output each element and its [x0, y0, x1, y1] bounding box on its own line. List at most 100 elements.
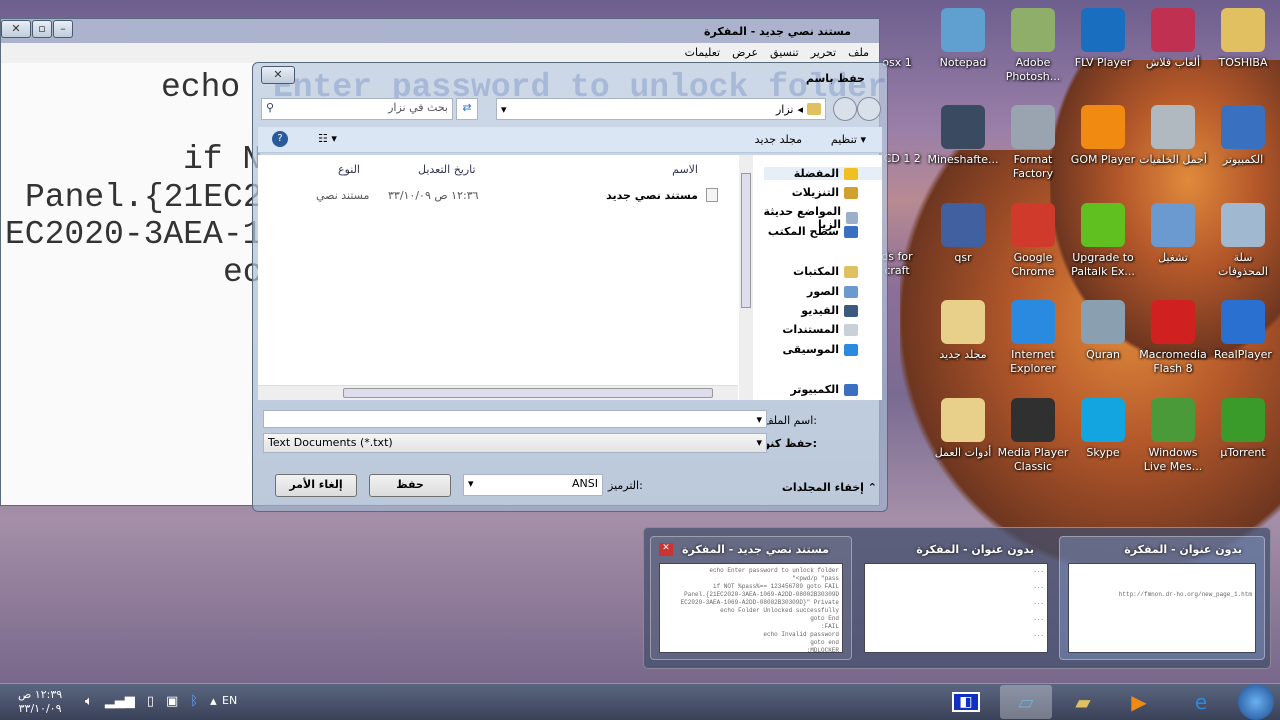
clock[interactable]: ١٢:٣٩ ص ٣٣/١٠/٠٩ [18, 688, 62, 716]
desktop-icon[interactable]: Adobe Photosh... [997, 8, 1069, 84]
desktop-icon[interactable]: Mineshafte... [927, 105, 999, 167]
nav-item[interactable]: المكتبات [793, 265, 858, 278]
desktop-icon-label: سلة المحذوفات [1218, 251, 1268, 278]
taskbar-ie-icon[interactable]: e [1175, 685, 1227, 719]
forward-button[interactable] [833, 97, 857, 121]
thumbnail-2[interactable]: بدون عنوان - المفكرة http://fmnon.dr-ho.… [1059, 536, 1265, 660]
close-button[interactable]: ✕ [1, 20, 31, 38]
desktop-icon[interactable]: Google Chrome [997, 203, 1069, 279]
desktop-icon[interactable]: أدوات العمل [927, 398, 999, 460]
desktop-icon[interactable]: ألعاب فلاش [1137, 8, 1209, 70]
hide-folders-button[interactable]: ⌃ إخفاء المجلدات [782, 481, 877, 494]
desktop-icon[interactable]: Internet Explorer [997, 300, 1069, 376]
menu-view[interactable]: عرض [732, 46, 758, 60]
desktop-icon[interactable]: FLV Player [1067, 8, 1139, 70]
menu-file[interactable]: ملف [848, 46, 869, 60]
encoding-select[interactable]: ▾ ANSI [463, 474, 603, 496]
nav-item[interactable]: التنزيلات [792, 186, 858, 199]
desktop-icon[interactable]: Macromedia Flash 8 [1137, 300, 1209, 376]
address-bar[interactable]: ◂ نزار ▾ [496, 98, 826, 120]
flv-player-icon [1081, 8, 1125, 52]
cancel-button[interactable]: إلغاء الأمر [275, 474, 357, 497]
desktop-icon-label: ألعاب فلاش [1145, 56, 1201, 69]
network-icon[interactable]: ▂▄▆ [105, 694, 135, 709]
vertical-scrollbar[interactable] [739, 155, 753, 400]
display-icon[interactable]: ▣ [166, 694, 178, 709]
scrollbar-thumb[interactable] [741, 173, 751, 308]
desktop-icon[interactable]: GOM Player [1067, 105, 1139, 167]
menu-edit[interactable]: تحرير [811, 46, 836, 60]
desktop-icon[interactable]: µTorrent [1207, 398, 1279, 460]
desktop-icon-label: مجلد جديد [939, 348, 987, 361]
battery-icon[interactable]: ▯ [147, 694, 154, 709]
nav-item[interactable]: المستندات [782, 323, 858, 336]
desktop-icon[interactable]: Upgrade to Paltalk Ex... [1067, 203, 1139, 279]
show-hidden-icons[interactable]: ▴ [210, 694, 217, 709]
menu-format[interactable]: تنسيق [770, 46, 799, 60]
close-button[interactable]: ✕ [261, 66, 295, 84]
horizontal-scrollbar[interactable] [258, 385, 738, 400]
bluetooth-icon[interactable]: ᛒ [190, 694, 198, 709]
column-name[interactable]: الاسم [672, 163, 698, 176]
desktop-icon-label: أجمل الخلفيات [1139, 153, 1207, 166]
desktop-icon[interactable]: TOSHIBA [1207, 8, 1279, 70]
new-folder-button[interactable]: مجلد جديد [755, 133, 802, 146]
camera-icon [1151, 105, 1195, 149]
restore-button[interactable]: ▫ [32, 20, 52, 38]
desktop-icon[interactable]: أجمل الخلفيات [1137, 105, 1209, 167]
help-icon[interactable]: ? [272, 131, 288, 147]
volume-icon[interactable]: 🔈︎ [85, 694, 93, 709]
taskbar-notepad-icon[interactable]: ▱ [1000, 685, 1052, 719]
desktop-icon[interactable]: Windows Live Mes... [1137, 398, 1209, 474]
refresh-button[interactable]: ⇄ [456, 98, 478, 120]
desktop-icon[interactable]: Notepad [927, 8, 999, 70]
mpc-icon [1011, 398, 1055, 442]
desktop-icon[interactable]: RealPlayer [1207, 300, 1279, 362]
chevron-down-icon[interactable]: ▾ [501, 103, 507, 116]
column-modified[interactable]: تاريخ التعديل [418, 163, 476, 176]
nav-item[interactable]: الموسيقى [782, 343, 858, 356]
desktop-icon[interactable]: سلة المحذوفات [1207, 203, 1279, 279]
taskbar-explorer-icon[interactable]: ▰ [1057, 685, 1109, 719]
desktop-icon-label: Format Factory [1012, 153, 1054, 180]
nav-item[interactable]: سطح المكتب [768, 225, 858, 238]
desktop-icon-label: TOSHIBA [1218, 56, 1268, 69]
desktop-icon[interactable]: مجلد جديد [927, 300, 999, 362]
desktop-icon[interactable]: Skype [1067, 398, 1139, 460]
nav-item[interactable]: المفضلة [763, 167, 882, 180]
taskbar-media-player-icon[interactable]: ▶ [1113, 685, 1165, 719]
desktop-icon[interactable]: qsr [927, 203, 999, 265]
nav-item-label: المفضلة [793, 167, 839, 180]
windows-start-icon[interactable] [1238, 684, 1274, 720]
desktop-icon[interactable]: Quran [1067, 300, 1139, 362]
thumbnail-1[interactable]: بدون عنوان - المفكرة ... ... ... ... ... [855, 536, 1057, 660]
desktop-icon[interactable]: Media Player Classic [997, 398, 1069, 474]
utorrent-icon [1221, 398, 1265, 442]
window-title: مستند نصي جديد - المفكرة [703, 25, 851, 38]
desktop-icon[interactable]: تشغيل [1137, 203, 1209, 265]
nav-item[interactable]: الكمبيوتر [790, 383, 858, 396]
navigation-pane: المفضلة التنزيلات المواضع حديثة الزيا سطح ا… [752, 155, 882, 400]
column-type[interactable]: النوع [338, 163, 360, 176]
desktop-icon-label: µTorrent [1220, 446, 1266, 459]
savetype-select[interactable]: Text Documents (*.txt) ▾ [263, 433, 767, 453]
file-row[interactable]: مستند نصي جديد ١٢:٣٦ ص ٣٣/١٠/٠٩ مستند نص… [258, 187, 738, 205]
nav-item[interactable]: الصور [807, 285, 858, 298]
minimize-button[interactable]: – [53, 20, 73, 38]
language-indicator[interactable]: EN [222, 694, 237, 707]
games-icon [1151, 8, 1195, 52]
desktop-icon[interactable]: الكمبيوتر [1207, 105, 1279, 167]
scrollbar-thumb[interactable] [343, 388, 713, 398]
menu-help[interactable]: تعليمات [685, 46, 720, 60]
close-icon[interactable]: ✕ [659, 543, 673, 556]
save-button[interactable]: حفظ [369, 474, 451, 497]
back-button[interactable] [857, 97, 881, 121]
thumbnail-0[interactable]: ✕ مستند نصي جديد - المفكرة echo Enter pas… [650, 536, 852, 660]
desktop-icon[interactable]: Format Factory [997, 105, 1069, 181]
search-input[interactable]: بحث في نزار ⚲ [261, 98, 453, 120]
views-button[interactable]: ☷ ▾ [318, 132, 337, 145]
filename-input[interactable]: ▾ [263, 410, 767, 428]
organize-button[interactable]: تنظيم ▾ [831, 133, 866, 146]
taskbar-app-icon[interactable]: ◧ [940, 685, 992, 719]
nav-item[interactable]: الفيديو [801, 304, 858, 317]
